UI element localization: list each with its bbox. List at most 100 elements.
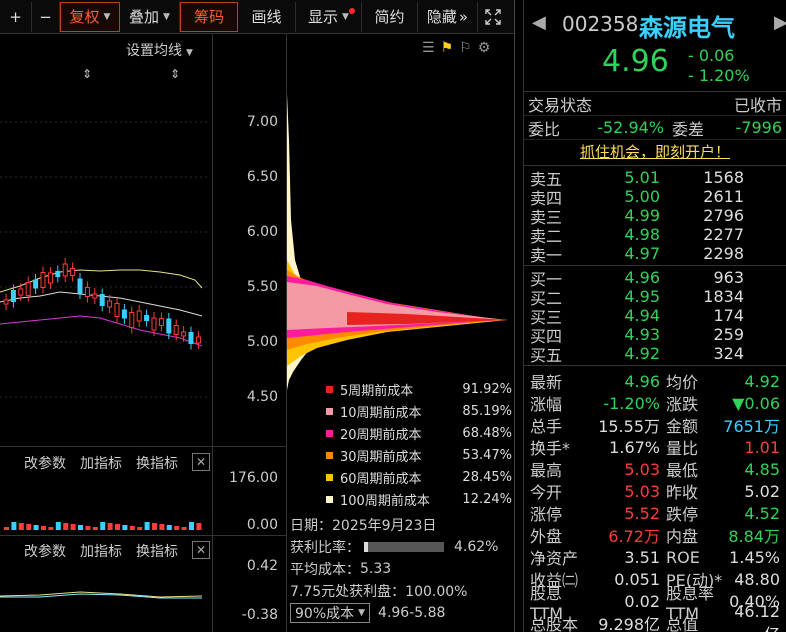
indicator-axis-tick: -0.38	[241, 607, 278, 623]
event-marker-icon[interactable]: ⇕	[170, 67, 180, 81]
chips-button[interactable]: 筹码	[180, 1, 238, 32]
fullscreen-button[interactable]	[478, 2, 508, 32]
cost-legend-item: 10周期前成本 85.19%	[326, 400, 512, 422]
add-indicator-button[interactable]: 加指标	[80, 541, 122, 561]
candle-body	[166, 318, 172, 334]
stat-value: 4.85	[744, 459, 780, 479]
notification-dot-icon	[349, 7, 355, 14]
switch-indicator-button[interactable]: 换指标	[136, 453, 178, 473]
volume-bar	[92, 527, 98, 530]
profit-bar	[364, 542, 444, 552]
orderbook-price: 4.97	[624, 244, 660, 263]
candle-body	[77, 278, 83, 294]
orderbook-price: 4.93	[624, 325, 660, 344]
date-row: 日期： 2025年9月23日	[290, 514, 514, 536]
stat-label: 净资产	[530, 549, 579, 568]
draw-line-button[interactable]: 画线	[238, 1, 296, 32]
flag-icon[interactable]: ⚑	[441, 40, 454, 56]
candle-body	[114, 303, 120, 317]
stats-row: 涨幅 -1.20% 涨跌 ▼0.06	[524, 392, 786, 415]
hide-button[interactable]: 隐藏»	[418, 1, 478, 32]
cost-legend-item: 30周期前成本 53.47%	[326, 444, 512, 466]
stat-label: 跌停	[666, 505, 699, 524]
stat-label: 内盘	[666, 527, 699, 546]
orderbook-row[interactable]: 卖一 4.97 2298	[524, 244, 786, 265]
orderbook-volume: 963	[713, 268, 744, 287]
volume-bar	[115, 524, 120, 530]
candle-body	[181, 331, 187, 337]
price-profit-row: 7.75元处获利盘：100.00%	[290, 580, 514, 602]
gear-icon[interactable]: ⚙	[478, 40, 491, 56]
stat-value: 5.03	[624, 481, 660, 501]
double-chevron-right-icon: »	[458, 7, 469, 26]
close-panel-button[interactable]: ✕	[192, 453, 210, 471]
next-stock-icon[interactable]: ▶	[774, 12, 786, 33]
stats-table: 最新 4.96 均价 4.92 涨幅 -1.20% 涨跌 ▼0.06 总手 15.55万 金额 765…	[524, 366, 786, 632]
zoom-in-button[interactable]: +	[0, 1, 32, 32]
profit-value: 4.62%	[454, 539, 499, 555]
orderbook-volume: 2796	[703, 206, 744, 225]
cost-percent-select[interactable]: 90%成本 ▼	[290, 603, 371, 623]
stat-value: 3.51	[624, 547, 660, 567]
simple-mode-button[interactable]: 简约	[362, 1, 418, 32]
orderbook-label: 买五	[530, 345, 563, 365]
orderbook-price: 4.99	[624, 206, 660, 225]
orderbook-row[interactable]: 买五 4.92 324	[524, 344, 786, 365]
close-panel-button[interactable]: ✕	[192, 541, 210, 559]
volume-bar	[48, 527, 54, 530]
stats-row: 最高 5.03 最低 4.85	[524, 458, 786, 481]
price-change-pct: - 1.20%	[688, 66, 750, 85]
stat-value: 4.52	[744, 503, 780, 523]
date-value: 2025年9月23日	[332, 518, 437, 534]
candle-body	[99, 294, 105, 306]
candle-body	[107, 300, 113, 308]
volume-bar	[78, 525, 83, 530]
bars-icon[interactable]: ☰	[422, 40, 435, 56]
cost-legend-item: 5周期前成本 91.92%	[326, 378, 512, 400]
profit-bar-fill	[364, 542, 368, 552]
change-params-button[interactable]: 改参数	[24, 541, 66, 561]
overlay-dropdown[interactable]: 叠加 ▼	[120, 1, 180, 32]
zoom-out-button[interactable]: −	[32, 1, 60, 32]
stat-label: 最新	[530, 373, 563, 392]
open-account-link[interactable]: 抓住机会，即刻开户！	[524, 140, 786, 166]
candle-body	[47, 272, 53, 284]
date-label: 日期：	[290, 518, 332, 534]
price-axis-tick: 6.00	[246, 224, 278, 240]
volume-bar	[26, 524, 32, 530]
add-indicator-button[interactable]: 加指标	[80, 453, 122, 473]
legend-swatch	[326, 385, 333, 393]
stat-label: 总值	[666, 615, 699, 632]
stat-label: 最低	[666, 461, 699, 480]
switch-indicator-button[interactable]: 换指标	[136, 541, 178, 561]
buy-orderbook: 买一 4.96 963 买二 4.95 1834 买三 4.94 174 买四 4.93 259 买五 4…	[524, 266, 786, 366]
flag-outline-icon[interactable]: ⚐	[459, 40, 472, 56]
orderbook-volume: 2277	[703, 225, 744, 244]
stat-value: 46.12亿	[734, 601, 780, 632]
change-params-button[interactable]: 改参数	[24, 453, 66, 473]
volume-bar	[159, 524, 165, 530]
volume-bar	[152, 523, 157, 530]
event-marker-icon[interactable]: ⇕	[82, 67, 92, 81]
weibi-row: 委比 -52.94% 委差 -7996	[524, 116, 786, 140]
volume-bar	[166, 525, 172, 530]
stat-label: 总手	[530, 417, 563, 436]
stat-label: 最高	[530, 461, 563, 480]
chevron-down-icon: ▼	[342, 11, 349, 22]
display-dropdown[interactable]: 显示 ▼	[296, 1, 362, 32]
stat-label: 涨停	[530, 505, 563, 524]
orderbook-price: 5.00	[624, 187, 660, 206]
candle-body	[3, 299, 9, 305]
prev-stock-icon[interactable]: ◀	[532, 12, 546, 33]
profit-row: 获利比率： 4.62%	[290, 536, 514, 558]
splitter-handle[interactable]	[514, 0, 515, 632]
last-price: 4.96	[602, 44, 669, 79]
orderbook-volume: 174	[713, 306, 744, 325]
stat-value: 9.298亿	[598, 615, 660, 632]
fuquan-dropdown[interactable]: 复权 ▼	[60, 1, 120, 32]
candle-body	[151, 317, 157, 331]
stat-value: 1.01	[744, 437, 780, 457]
legend-value: 12.24%	[462, 491, 512, 507]
stock-code: 002358	[562, 12, 639, 36]
volume-bar	[144, 522, 150, 530]
